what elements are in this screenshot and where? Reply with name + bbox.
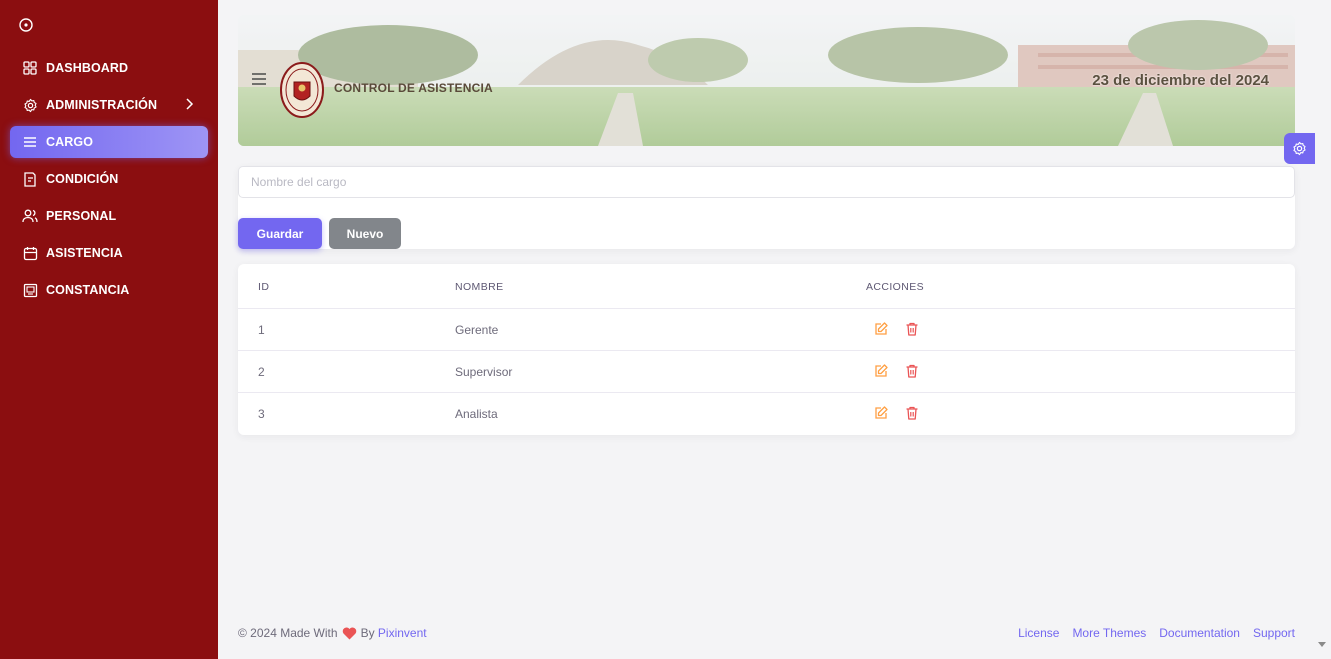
list-icon xyxy=(22,134,38,150)
sidebar-item-label: DASHBOARD xyxy=(46,61,129,75)
sidebar-item-label: ASISTENCIA xyxy=(46,246,123,260)
calendar-icon xyxy=(22,245,38,261)
cargo-name-input[interactable] xyxy=(238,166,1295,198)
sidebar-item-label: PERSONAL xyxy=(46,209,117,223)
sidebar-item-constancia[interactable]: CONSTANCIA xyxy=(10,274,208,306)
dashboard-icon xyxy=(22,60,38,76)
scroll-down-arrow-icon[interactable] xyxy=(1318,640,1326,648)
sidebar: DASHBOARD ADMINISTRACIÓN CARGO CONDICIÓN… xyxy=(0,0,218,659)
column-header-id: ID xyxy=(258,281,270,293)
sidebar-item-label: CONSTANCIA xyxy=(46,283,130,297)
sidebar-item-cargo[interactable]: CARGO xyxy=(10,126,208,158)
menu-icon[interactable] xyxy=(252,73,266,85)
customizer-toggle-button[interactable] xyxy=(1284,133,1315,164)
new-button[interactable]: Nuevo xyxy=(329,218,401,249)
app-title: CONTROL DE ASISTENCIA xyxy=(334,81,493,95)
cell-id: 1 xyxy=(258,323,265,337)
trash-icon[interactable] xyxy=(904,321,920,337)
certificate-icon xyxy=(22,282,38,298)
footer-link-support[interactable]: Support xyxy=(1253,626,1295,640)
gear-icon xyxy=(1293,141,1306,156)
edit-icon[interactable] xyxy=(873,363,889,379)
table-row: 1 Gerente xyxy=(238,309,1295,351)
settings-icon xyxy=(22,97,38,113)
cell-nombre: Gerente xyxy=(455,323,499,337)
sidebar-item-label: ADMINISTRACIÓN xyxy=(46,98,158,112)
sidebar-item-condicion[interactable]: CONDICIÓN xyxy=(10,163,208,195)
sidebar-item-dashboard[interactable]: DASHBOARD xyxy=(10,52,208,84)
users-icon xyxy=(22,208,38,224)
table-row: 3 Analista xyxy=(238,393,1295,435)
edit-icon[interactable] xyxy=(873,405,889,421)
trash-icon[interactable] xyxy=(904,405,920,421)
header-banner: CONTROL DE ASISTENCIA 23 de diciembre de… xyxy=(238,15,1295,146)
cargo-form: Guardar Nuevo xyxy=(238,166,1295,249)
footer-link-license[interactable]: License xyxy=(1018,626,1059,640)
footer-links: License More Themes Documentation Suppor… xyxy=(1005,626,1295,640)
column-header-acciones: ACCIONES xyxy=(866,281,925,293)
edit-icon[interactable] xyxy=(873,321,889,337)
sidebar-item-administracion[interactable]: ADMINISTRACIÓN xyxy=(10,89,208,121)
cargo-table: ID NOMBRE ACCIONES 1 Gerente 2 Superviso… xyxy=(238,264,1295,435)
table-header: ID NOMBRE ACCIONES xyxy=(238,264,1295,309)
cell-id: 2 xyxy=(258,365,265,379)
footer: © 2024 Made With By Pixinvent License Mo… xyxy=(238,624,1295,642)
footer-copyright-text: © 2024 Made With xyxy=(238,626,338,640)
cell-id: 3 xyxy=(258,407,265,421)
footer-link-documentation[interactable]: Documentation xyxy=(1159,626,1240,640)
footer-copyright: © 2024 Made With By Pixinvent xyxy=(238,626,427,640)
sidebar-item-label: CONDICIÓN xyxy=(46,172,119,186)
trash-icon[interactable] xyxy=(904,363,920,379)
sidebar-item-personal[interactable]: PERSONAL xyxy=(10,200,208,232)
sidebar-nav: DASHBOARD ADMINISTRACIÓN CARGO CONDICIÓN… xyxy=(0,52,218,311)
circle-toggle-icon[interactable] xyxy=(18,17,34,33)
table-row: 2 Supervisor xyxy=(238,351,1295,393)
save-button[interactable]: Guardar xyxy=(238,218,322,249)
sidebar-item-asistencia[interactable]: ASISTENCIA xyxy=(10,237,208,269)
cell-nombre: Analista xyxy=(455,407,498,421)
header-date: 23 de diciembre del 2024 xyxy=(1092,72,1269,89)
footer-author-link[interactable]: Pixinvent xyxy=(378,626,427,640)
column-header-nombre: NOMBRE xyxy=(455,281,504,293)
cell-nombre: Supervisor xyxy=(455,365,513,379)
chevron-right-icon xyxy=(186,98,194,110)
footer-by-text: By xyxy=(360,626,375,640)
document-icon xyxy=(22,171,38,187)
footer-link-more-themes[interactable]: More Themes xyxy=(1072,626,1146,640)
sidebar-item-label: CARGO xyxy=(46,135,94,149)
heart-icon xyxy=(342,627,356,639)
university-seal-logo xyxy=(280,62,324,118)
